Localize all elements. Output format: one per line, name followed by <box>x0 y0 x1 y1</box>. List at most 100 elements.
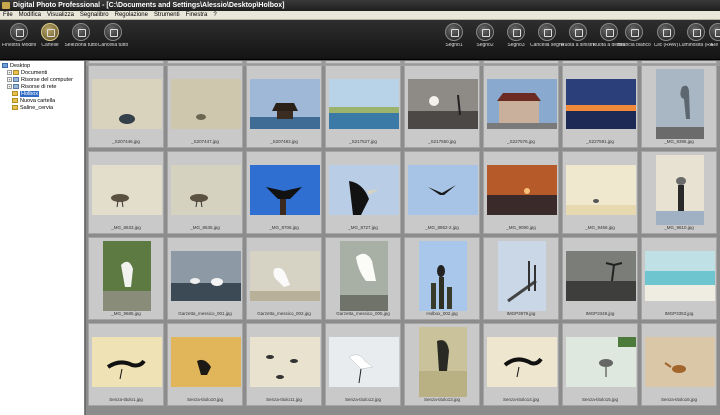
thumbnail-cell[interactable]: Senza-titolo13.jpg <box>404 323 480 406</box>
thumbnail-image-frame[interactable] <box>329 155 399 225</box>
folder-tree[interactable]: Desktop + Documenti + Risorse del computer + R… <box>0 61 85 415</box>
thumbnail-image-frame[interactable] <box>92 69 162 139</box>
thumbnail-cell[interactable]: _MG_9456.jpg <box>562 151 638 234</box>
thumbnail-cell[interactable]: Garzetta_messico_002.jpg <box>246 237 322 320</box>
thumbnail-cell[interactable]: IMGP3353.jpg <box>641 237 717 320</box>
thumbnail-image[interactable] <box>92 337 162 387</box>
thumbnail-image[interactable] <box>171 337 241 387</box>
thumbnail-cell[interactable]: _S227576.jpg <box>483 65 559 148</box>
tree-item-saline-cervia[interactable]: Saline_cervia <box>12 105 53 112</box>
thumbnail-image-frame[interactable] <box>171 69 241 139</box>
thumbnail-cell[interactable]: Garzetta_messico_005.jpg <box>325 237 401 320</box>
thumbnail-image[interactable] <box>487 337 557 387</box>
thumbnail-image[interactable] <box>103 241 151 311</box>
thumbnail-cell[interactable]: _S217550.jpg <box>404 65 480 148</box>
thumbnail-image[interactable] <box>656 155 704 225</box>
toolbar-button-edit-window[interactable]: Finestra Modifica <box>2 23 36 59</box>
thumbnail-cell[interactable]: _MG_8635.jpg <box>167 151 243 234</box>
thumbnail-image-frame[interactable] <box>92 327 162 397</box>
tree-item-nuova-cartella[interactable]: Nuova cartella <box>12 98 55 105</box>
thumbnail-image-frame[interactable] <box>645 327 715 397</box>
thumbnail-cell[interactable]: Garzetta_messico_001.jpg <box>167 237 243 320</box>
thumbnail-cell[interactable]: Senza-titolo16.jpg <box>641 323 717 406</box>
toolbar-button-rotate-left[interactable]: Ruota a sinistra <box>561 23 595 59</box>
thumbnail-image[interactable] <box>92 79 162 129</box>
toolbar-button-extra[interactable]: Ele <box>709 23 720 59</box>
thumbnail-image[interactable] <box>419 327 467 397</box>
thumbnail-cell[interactable]: _S207483.jpg <box>246 65 322 148</box>
thumbnail-image[interactable] <box>487 165 557 215</box>
thumbnail-cell[interactable]: _MG_8852-2.jpg <box>404 151 480 234</box>
thumbnail-cell-partial[interactable] <box>167 61 243 64</box>
thumbnail-image[interactable] <box>566 337 636 387</box>
thumbnail-image-frame[interactable] <box>487 69 557 139</box>
thumbnail-image-frame[interactable] <box>487 155 557 225</box>
thumbnail-image-frame[interactable] <box>566 155 636 225</box>
toolbar-button-mark3[interactable]: Segno3 <box>499 23 533 59</box>
thumbnail-cell[interactable]: _S217527.jpg <box>325 65 401 148</box>
toolbar-button-click-raw[interactable]: Clic (RAW) <box>649 23 683 59</box>
thumbnail-image[interactable] <box>250 79 320 129</box>
thumbnail-cell[interactable]: _MG_8633.jpg <box>88 151 164 234</box>
thumbnail-cell[interactable]: _MG_9610.jpg <box>641 151 717 234</box>
thumbnail-image[interactable] <box>250 165 320 215</box>
expand-icon[interactable]: + <box>7 70 12 76</box>
thumbnail-image-frame[interactable] <box>408 69 478 139</box>
thumbnail-cell[interactable]: Senza-titolo15.jpg <box>562 323 638 406</box>
thumbnail-image-frame[interactable] <box>250 69 320 139</box>
thumbnail-image-frame[interactable] <box>487 327 557 397</box>
thumbnail-image[interactable] <box>408 165 478 215</box>
thumbnail-cell[interactable]: _MG_8395.jpg <box>641 65 717 148</box>
thumbnail-image-frame[interactable] <box>408 241 478 311</box>
tree-item-desktop[interactable]: Desktop <box>2 63 30 70</box>
thumbnail-image[interactable] <box>250 251 320 301</box>
thumbnail-image[interactable] <box>171 165 241 215</box>
thumbnail-cell[interactable]: _MG_8706.jpg <box>246 151 322 234</box>
toolbar-button-mark1[interactable]: Segno1 <box>437 23 471 59</box>
thumbnail-cell[interactable]: Senza-titolo10.jpg <box>167 323 243 406</box>
thumbnail-cell-partial[interactable] <box>88 61 164 64</box>
thumbnail-cell-partial[interactable] <box>641 61 717 64</box>
toolbar-button-mark2[interactable]: Segno2 <box>468 23 502 59</box>
thumbnail-image[interactable] <box>92 165 162 215</box>
thumbnail-image[interactable] <box>408 79 478 129</box>
thumbnail-image-frame[interactable] <box>92 155 162 225</box>
thumbnail-image-frame[interactable] <box>250 327 320 397</box>
thumbnail-image-frame[interactable] <box>171 327 241 397</box>
thumbnail-cell[interactable]: _S227591.jpg <box>562 65 638 148</box>
thumbnail-image-frame[interactable] <box>566 69 636 139</box>
thumbnail-image-frame[interactable] <box>487 241 557 311</box>
toolbar-button-clear-all[interactable]: Cancella tutto <box>96 23 130 59</box>
thumbnail-cell[interactable]: _MG_9090.jpg <box>483 151 559 234</box>
thumbnail-image-frame[interactable] <box>329 241 399 311</box>
thumbnail-cell-partial[interactable] <box>325 61 401 64</box>
expand-icon[interactable]: + <box>7 77 12 83</box>
thumbnail-cell[interactable]: _MG_8727.jpg <box>325 151 401 234</box>
thumbnail-cell[interactable]: Senza-titolo1.jpg <box>88 323 164 406</box>
thumbnail-cell-partial[interactable] <box>483 61 559 64</box>
toolbar-button-clear-mark[interactable]: Cancella segno <box>530 23 564 59</box>
tree-item-risorse-del-computer[interactable]: + Risorse del computer <box>7 77 73 84</box>
toolbar-button-select-all[interactable]: Seleziona tutto <box>64 23 98 59</box>
thumbnail-image[interactable] <box>498 241 546 311</box>
thumbnail-image[interactable] <box>329 165 399 215</box>
thumbnail-image[interactable] <box>645 251 715 301</box>
thumbnail-image[interactable] <box>250 337 320 387</box>
thumbnail-cell[interactable]: Holbox_002.jpg <box>404 237 480 320</box>
thumbnail-image-frame[interactable] <box>250 155 320 225</box>
thumbnail-cell[interactable]: Senza-titolo11.jpg <box>246 323 322 406</box>
thumbnail-cell[interactable]: IMGP3979.jpg <box>483 237 559 320</box>
thumbnail-image-frame[interactable] <box>408 327 478 397</box>
thumbnail-image-frame[interactable] <box>92 241 162 311</box>
thumbnail-image-frame[interactable] <box>250 241 320 311</box>
thumbnail-image-frame[interactable] <box>171 241 241 311</box>
expand-icon[interactable]: + <box>7 84 12 90</box>
tree-item-holbox[interactable]: Holbox <box>12 91 40 98</box>
thumbnail-image[interactable] <box>566 79 636 129</box>
thumbnail-image-frame[interactable] <box>645 69 715 139</box>
thumbnail-image-frame[interactable] <box>171 155 241 225</box>
thumbnail-image-frame[interactable] <box>566 241 636 311</box>
menu-item-modifica[interactable]: Modifica <box>16 11 44 19</box>
thumbnail-image-frame[interactable] <box>566 327 636 397</box>
tree-item-risorse-di-rete[interactable]: + Risorse di rete <box>7 84 56 91</box>
